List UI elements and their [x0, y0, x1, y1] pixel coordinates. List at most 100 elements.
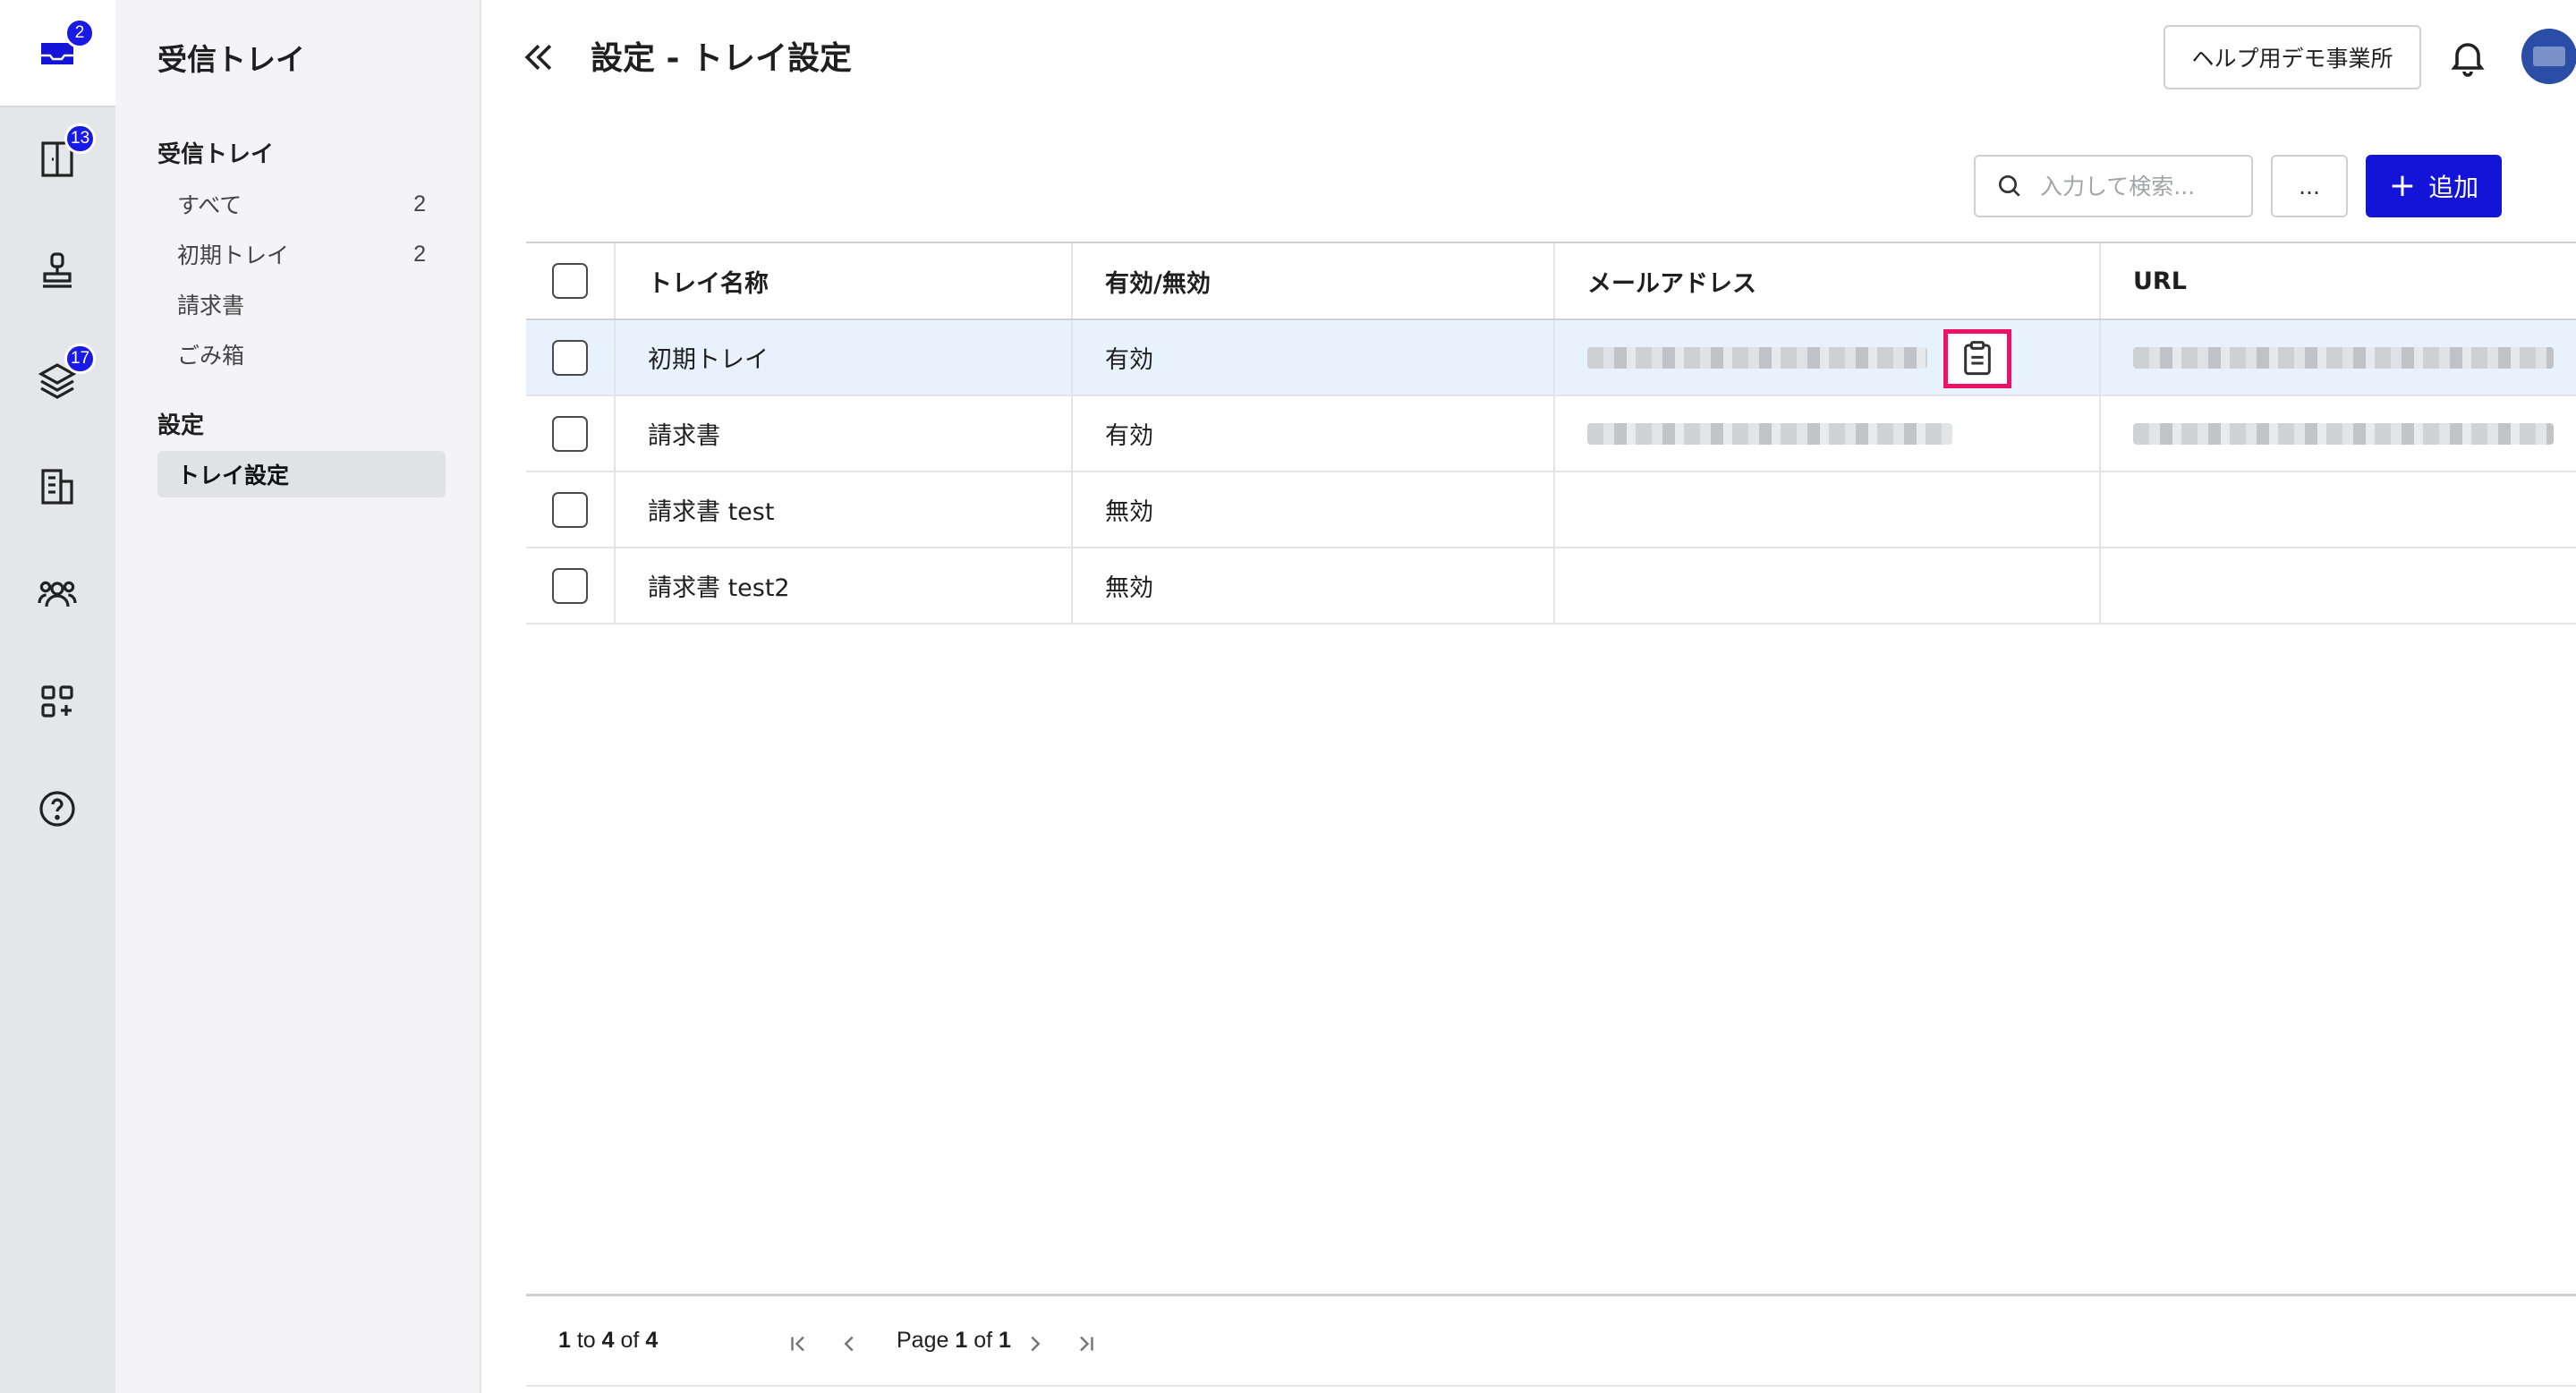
row-checkbox[interactable]: [552, 415, 588, 452]
next-page-icon[interactable]: [1022, 1330, 1049, 1357]
table-row[interactable]: 請求書 test 無効: [526, 472, 2576, 548]
avatar[interactable]: [2521, 29, 2576, 84]
column-header-status[interactable]: 有効/無効: [1073, 243, 1555, 319]
tray-status-cell: 無効: [1073, 472, 1555, 547]
redacted-url: [2133, 346, 2554, 369]
sidebar-item-count: 2: [413, 241, 426, 267]
range-end: 4: [601, 1328, 615, 1353]
users-nav-button[interactable]: [30, 567, 84, 621]
organization-button[interactable]: ヘルプ用デモ事業所: [2164, 25, 2421, 89]
tray-url-cell: [2101, 472, 2576, 547]
row-checkbox[interactable]: [552, 567, 588, 604]
page-title: 設定 - トレイ設定: [591, 40, 853, 77]
copy-email-button[interactable]: [1943, 329, 2011, 388]
avatar-image: [2533, 47, 2565, 66]
sidebar: 受信トレイ 受信トレイ すべて 2 初期トレイ 2 請求書 ごみ箱 設定 トレイ…: [115, 0, 480, 1393]
column-header-name[interactable]: トレイ名称: [616, 243, 1073, 319]
collapse-sidebar-icon[interactable]: [519, 38, 558, 77]
column-header-url[interactable]: URL: [2101, 243, 2576, 319]
table-header-row: トレイ名称 有効/無効 メールアドレス URL: [526, 242, 2576, 320]
layers-nav-button[interactable]: 17: [30, 344, 97, 406]
pagination-bar: 1 to 4 of 4 Page 1 of 1: [526, 1294, 2576, 1387]
tray-status-cell: 有効: [1073, 396, 1555, 471]
inbox-badge: 2: [64, 18, 95, 48]
sidebar-title: 受信トレイ: [157, 42, 305, 77]
tray-name-cell: 請求書: [616, 396, 1073, 471]
row-count-summary: 1 to 4 of 4: [558, 1328, 658, 1354]
total-pages: 1: [999, 1328, 1011, 1353]
plus-icon: +: [2388, 167, 2417, 204]
stamp-nav-button[interactable]: [30, 243, 84, 297]
sidebar-item-label: 請求書: [177, 293, 245, 319]
redacted-url: [2133, 422, 2554, 445]
row-checkbox-cell: [526, 472, 616, 547]
sidebar-item-tray-settings[interactable]: トレイ設定: [157, 451, 446, 497]
search-icon: [1999, 175, 2020, 197]
table-row[interactable]: 初期トレイ 有効: [526, 320, 2576, 396]
total-rows: 4: [645, 1328, 659, 1353]
table-row[interactable]: 請求書 test2 無効: [526, 548, 2576, 624]
tray-status-cell: 無効: [1073, 548, 1555, 623]
last-page-icon[interactable]: [1072, 1330, 1099, 1357]
row-checkbox[interactable]: [552, 339, 588, 376]
users-icon: [38, 581, 77, 607]
sidebar-item-label: すべて: [177, 192, 242, 218]
sidebar-item-label: ごみ箱: [177, 343, 245, 369]
tray-url-cell: [2101, 396, 2576, 471]
inbox-nav-button[interactable]: 2: [30, 18, 95, 81]
add-button[interactable]: + 追加: [2366, 155, 2502, 217]
previous-page-icon[interactable]: [836, 1330, 863, 1357]
select-all-checkbox[interactable]: [552, 263, 588, 299]
tray-email-cell: [1555, 320, 2101, 395]
row-checkbox-cell: [526, 548, 616, 623]
table-row[interactable]: 請求書 有効: [526, 396, 2576, 472]
building-icon: [41, 469, 73, 505]
search-input[interactable]: [2040, 173, 2237, 200]
help-nav-button[interactable]: [30, 782, 84, 836]
sidebar-item-count: 2: [413, 191, 426, 217]
tray-email-cell: [1555, 472, 2101, 547]
tray-email-cell: [1555, 548, 2101, 623]
sidebar-item-label: 初期トレイ: [177, 242, 290, 268]
column-header-email[interactable]: メールアドレス: [1555, 243, 2101, 319]
row-checkbox-cell: [526, 396, 616, 471]
sidebar-item-label: トレイ設定: [177, 463, 290, 488]
row-checkbox-cell: [526, 320, 616, 395]
sidebar-item-invoices[interactable]: 請求書: [157, 281, 446, 327]
page-word: Page: [897, 1328, 949, 1353]
company-nav-button[interactable]: [30, 460, 84, 514]
tray-status-cell: 有効: [1073, 320, 1555, 395]
add-apps-icon: [41, 685, 73, 718]
bell-icon[interactable]: [2446, 36, 2489, 79]
sidebar-item-trash[interactable]: ごみ箱: [157, 331, 446, 378]
trays-nav-button[interactable]: 13: [30, 123, 97, 186]
sidebar-item-all[interactable]: すべて 2: [157, 181, 446, 227]
sidebar-item-initial-tray[interactable]: 初期トレイ 2: [157, 231, 446, 277]
search-box[interactable]: [1974, 155, 2253, 217]
trays-table: トレイ名称 有効/無効 メールアドレス URL 初期トレイ 有効 請求書 有効: [526, 242, 2576, 624]
redacted-email: [1587, 346, 1927, 369]
settings-section-label: 設定: [157, 412, 205, 439]
clipboard-icon: [1964, 341, 1991, 376]
row-checkbox[interactable]: [552, 491, 588, 528]
inbox-section-label: 受信トレイ: [157, 141, 275, 168]
trays-badge: 13: [64, 123, 97, 154]
tray-url-cell: [2101, 548, 2576, 623]
page-indicator: Page 1 of 1: [897, 1328, 1011, 1354]
tray-name-cell: 請求書 test2: [616, 548, 1073, 623]
page-of-word: of: [973, 1328, 993, 1353]
current-page: 1: [955, 1328, 968, 1353]
to-word: to: [576, 1328, 596, 1353]
help-icon: [39, 791, 75, 827]
layers-badge: 17: [64, 344, 97, 374]
range-start: 1: [558, 1328, 571, 1353]
tray-email-cell: [1555, 396, 2101, 471]
first-page-icon[interactable]: [786, 1330, 812, 1357]
stamp-icon: [43, 252, 72, 288]
main-content: 設定 - トレイ設定 ヘルプ用デモ事業所 ... + 追加 トレイ名称 有効/無…: [480, 0, 2576, 1393]
add-button-label: 追加: [2428, 173, 2479, 202]
apps-nav-button[interactable]: [30, 675, 84, 728]
header-checkbox-cell: [526, 243, 616, 319]
redacted-email: [1587, 422, 1952, 445]
more-options-button[interactable]: ...: [2271, 155, 2348, 217]
